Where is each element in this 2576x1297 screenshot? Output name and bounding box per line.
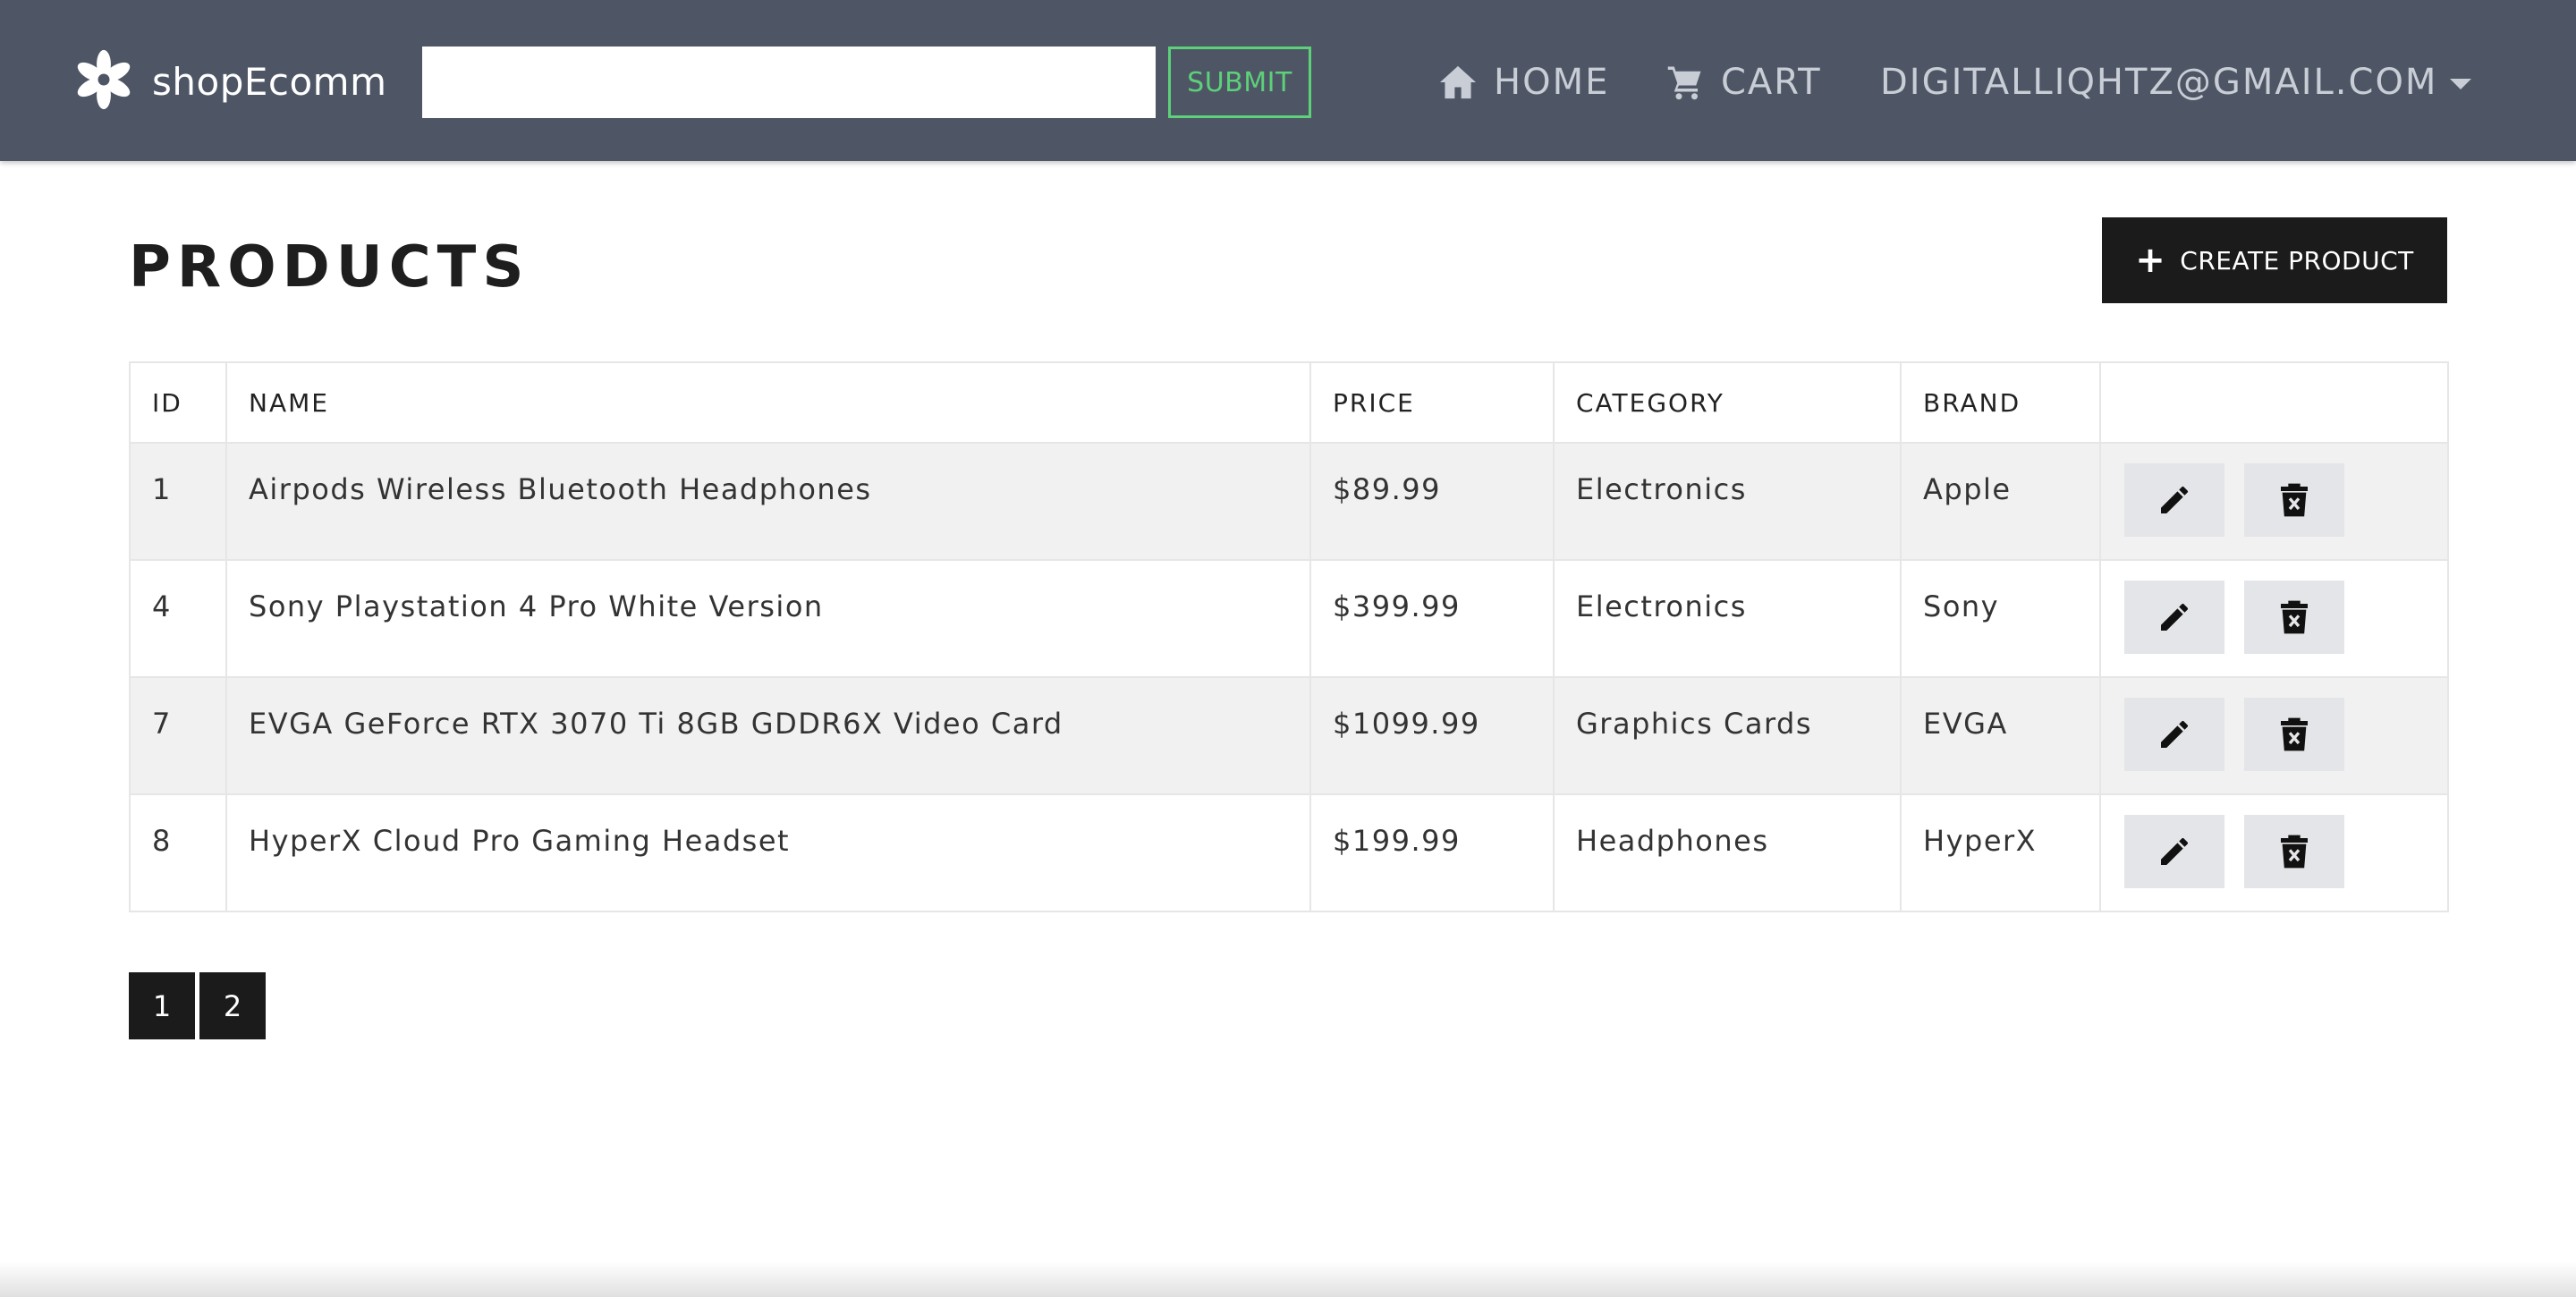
cell-brand: HyperX xyxy=(1900,793,2101,912)
nav-home-link[interactable]: HOME xyxy=(1438,47,1609,118)
cell-price: $1099.99 xyxy=(1309,676,1555,795)
table-row: 7 EVGA GeForce RTX 3070 Ti 8GB GDDR6X Vi… xyxy=(129,676,2449,795)
cell-name: Sony Playstation 4 Pro White Version xyxy=(225,559,1311,678)
caret-down-icon xyxy=(2450,79,2472,89)
submit-button[interactable]: SUBMIT xyxy=(1168,47,1311,118)
cell-category: Electronics xyxy=(1553,442,1902,561)
edit-button[interactable] xyxy=(2124,698,2224,771)
cell-price: $199.99 xyxy=(1309,793,1555,912)
page-button-2[interactable]: 2 xyxy=(199,972,266,1039)
header-category: CATEGORY xyxy=(1553,361,1902,444)
user-menu-dropdown[interactable]: DIGITALLIQHTZ@GMAIL.COM xyxy=(1880,47,2472,118)
cell-id: 7 xyxy=(129,676,227,795)
nav-cart-link[interactable]: CART xyxy=(1665,47,1822,118)
cell-brand: EVGA xyxy=(1900,676,2101,795)
plus-icon: + xyxy=(2135,240,2166,281)
delete-button[interactable] xyxy=(2243,463,2344,537)
cell-category: Graphics Cards xyxy=(1553,676,1902,795)
header-actions xyxy=(2099,361,2449,444)
cell-name: Airpods Wireless Bluetooth Headphones xyxy=(225,442,1311,561)
cell-name: HyperX Cloud Pro Gaming Headset xyxy=(225,793,1311,912)
trash-icon xyxy=(2280,717,2308,751)
header-id: ID xyxy=(129,361,227,444)
nav-home-label: HOME xyxy=(1494,62,1610,103)
edit-button[interactable] xyxy=(2124,815,2224,888)
table-row: 1 Airpods Wireless Bluetooth Headphones … xyxy=(129,442,2449,561)
table-row: 4 Sony Playstation 4 Pro White Version $… xyxy=(129,559,2449,678)
cell-brand: Sony xyxy=(1900,559,2101,678)
cell-category: Electronics xyxy=(1553,559,1902,678)
brand-link[interactable]: shopEcomm xyxy=(72,47,387,115)
pencil-icon xyxy=(2161,603,2189,631)
header-price: PRICE xyxy=(1309,361,1555,444)
flower-logo-icon xyxy=(72,47,136,115)
delete-button[interactable] xyxy=(2243,581,2344,654)
header-brand: BRAND xyxy=(1900,361,2101,444)
cell-id: 4 xyxy=(129,559,227,678)
create-product-button[interactable]: + CREATE PRODUCT xyxy=(2102,217,2447,303)
cell-brand: Apple xyxy=(1900,442,2101,561)
page-button-1[interactable]: 1 xyxy=(129,972,195,1039)
pencil-icon xyxy=(2161,837,2189,865)
user-email-label: DIGITALLIQHTZ@GMAIL.COM xyxy=(1880,62,2438,103)
trash-icon xyxy=(2280,483,2308,517)
trash-icon xyxy=(2280,600,2308,634)
pencil-icon xyxy=(2161,720,2189,748)
cart-icon xyxy=(1665,64,1705,101)
cell-actions xyxy=(2099,793,2449,912)
brand-name: shopEcomm xyxy=(152,59,387,104)
trash-icon xyxy=(2280,835,2308,869)
products-table: ID NAME PRICE CATEGORY BRAND 1 Airpods W… xyxy=(129,361,2449,912)
cell-id: 1 xyxy=(129,442,227,561)
cell-category: Headphones xyxy=(1553,793,1902,912)
products-table-container: ID NAME PRICE CATEGORY BRAND 1 Airpods W… xyxy=(129,361,2449,912)
cell-actions xyxy=(2099,559,2449,678)
table-header-row: ID NAME PRICE CATEGORY BRAND xyxy=(129,361,2449,444)
pencil-icon xyxy=(2161,486,2189,513)
edit-button[interactable] xyxy=(2124,581,2224,654)
search-input[interactable] xyxy=(422,47,1156,118)
navbar: shopEcomm SUBMIT HOME CART DIGITALLIQHTZ… xyxy=(0,0,2576,161)
delete-button[interactable] xyxy=(2243,815,2344,888)
nav-cart-label: CART xyxy=(1721,62,1822,103)
cell-actions xyxy=(2099,442,2449,561)
home-icon xyxy=(1438,64,1478,100)
page-title: PRODUCTS xyxy=(129,234,530,301)
cell-id: 8 xyxy=(129,793,227,912)
edit-button[interactable] xyxy=(2124,463,2224,537)
cell-price: $89.99 xyxy=(1309,442,1555,561)
cell-price: $399.99 xyxy=(1309,559,1555,678)
pagination: 1 2 xyxy=(129,972,270,1039)
window-bottom-shadow xyxy=(0,1261,2576,1297)
cell-name: EVGA GeForce RTX 3070 Ti 8GB GDDR6X Vide… xyxy=(225,676,1311,795)
delete-button[interactable] xyxy=(2243,698,2344,771)
header-name: NAME xyxy=(225,361,1311,444)
create-product-label: CREATE PRODUCT xyxy=(2180,245,2414,276)
cell-actions xyxy=(2099,676,2449,795)
table-row: 8 HyperX Cloud Pro Gaming Headset $199.9… xyxy=(129,793,2449,912)
